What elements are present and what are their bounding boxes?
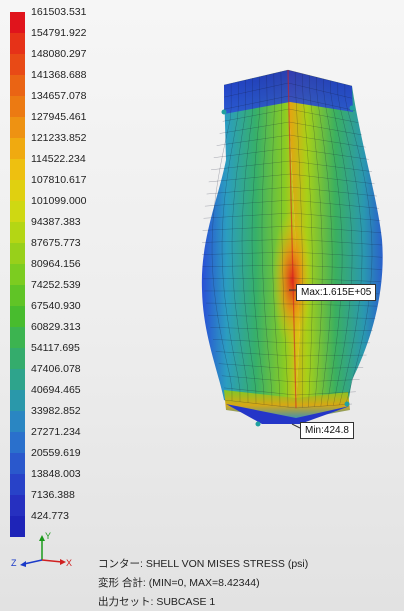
min-callout: Min:424.8 — [300, 422, 354, 439]
max-callout: Max:1.615E+05 — [296, 284, 377, 301]
axis-triad: Y X Z — [11, 531, 72, 568]
contour-info: コンター: SHELL VON MISES STRESS (psi) — [98, 558, 309, 570]
axis-x-label: X — [66, 558, 72, 568]
axis-y-label: Y — [45, 531, 51, 541]
node-marker — [221, 109, 227, 115]
output-set-info: 出力セット: SUBCASE 1 — [98, 596, 216, 608]
axis-z-label: Z — [11, 558, 17, 568]
min-leader — [291, 423, 301, 429]
node-marker — [344, 401, 350, 407]
node-marker — [255, 421, 261, 427]
fea-model-viewport[interactable] — [0, 0, 404, 611]
deformation-info: 変形 合計: (MIN=0, MAX=8.42344) — [98, 577, 260, 589]
node-marker — [349, 105, 355, 111]
